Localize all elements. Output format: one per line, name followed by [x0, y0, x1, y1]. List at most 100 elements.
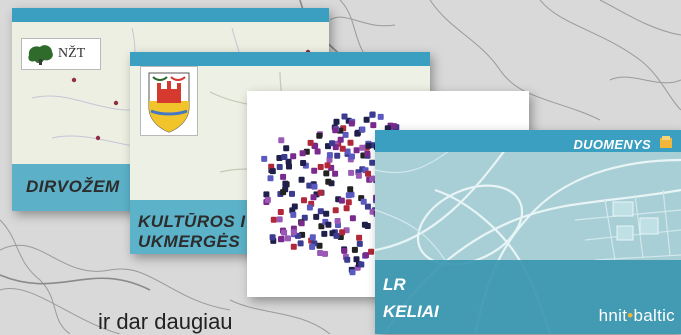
- heritage-marker: [369, 111, 376, 118]
- heritage-marker: [354, 130, 361, 137]
- heritage-marker: [359, 126, 366, 133]
- heritage-marker: [334, 152, 341, 159]
- heritage-marker: [280, 173, 287, 180]
- heritage-marker: [290, 211, 297, 218]
- heritage-marker: [311, 167, 318, 174]
- heritage-marker: [342, 131, 349, 138]
- heritage-marker: [323, 170, 330, 177]
- heritage-marker: [301, 197, 307, 204]
- card-top-strip: [130, 52, 430, 66]
- brand-right: baltic: [633, 306, 675, 325]
- heritage-marker: [290, 153, 297, 160]
- heritage-marker: [339, 229, 346, 236]
- roads-card-title-line1: LR: [383, 275, 406, 294]
- heritage-marker: [353, 147, 360, 154]
- heritage-marker: [332, 207, 339, 214]
- heritage-marker: [277, 209, 284, 215]
- heritage-marker: [270, 216, 277, 223]
- heritage-marker: [280, 189, 287, 196]
- heritage-marker: [317, 250, 324, 256]
- heritage-marker: [347, 186, 354, 193]
- heritage-marker: [269, 234, 276, 241]
- more-caption: ir dar daugiau: [98, 309, 233, 334]
- heritage-marker: [377, 113, 384, 120]
- brand-left: hnit: [598, 306, 628, 325]
- heritage-marker: [313, 213, 320, 220]
- heritage-marker: [290, 243, 297, 250]
- heritage-marker: [283, 145, 290, 152]
- heritage-marker: [356, 234, 363, 241]
- heritage-marker: [344, 256, 351, 263]
- nzt-logo-text: NŽT: [58, 46, 86, 61]
- heritage-marker: [264, 196, 271, 203]
- heritage-marker: [314, 148, 321, 155]
- heritage-marker: [348, 120, 355, 127]
- heritage-marker: [348, 169, 355, 176]
- heritage-marker: [281, 154, 288, 160]
- heritage-marker: [324, 162, 331, 169]
- heritage-marker: [306, 204, 313, 211]
- card-top-strip: [12, 8, 329, 22]
- heritage-marker: [286, 163, 292, 170]
- heritage-marker: [365, 170, 371, 177]
- heritage-marker: [355, 172, 362, 179]
- heritage-marker: [300, 160, 307, 166]
- coat-of-arms-icon: [148, 72, 190, 133]
- nzt-logo: NŽT: [21, 38, 101, 70]
- heritage-marker: [317, 208, 324, 215]
- culture-card-title-line2: UKMERGĖS: [138, 232, 241, 251]
- heritage-marker: [337, 136, 344, 143]
- heritage-marker: [349, 153, 355, 160]
- heritage-marker: [263, 191, 270, 198]
- heritage-marker: [332, 127, 339, 134]
- heritage-marker: [307, 139, 314, 146]
- heritage-marker: [316, 242, 323, 249]
- heritage-marker: [333, 118, 340, 125]
- heritage-marker: [311, 183, 318, 190]
- roads-card-title-line2: KELIAI: [383, 302, 439, 321]
- soil-card-title: DIRVOŽEM: [26, 177, 120, 196]
- heritage-marker: [356, 240, 363, 247]
- heritage-marker: [363, 116, 370, 123]
- heritage-marker: [306, 182, 313, 189]
- heritage-marker: [269, 168, 276, 175]
- document-icon: [660, 136, 672, 148]
- heritage-marker: [326, 152, 333, 159]
- heritage-marker: [370, 122, 377, 129]
- ukmerge-coat-of-arms: [140, 66, 198, 136]
- heritage-marker: [358, 261, 365, 268]
- heritage-marker: [345, 192, 352, 199]
- heritage-marker: [339, 145, 346, 152]
- heritage-marker: [364, 223, 371, 229]
- heritage-marker: [343, 205, 350, 212]
- heritage-marker: [282, 180, 289, 187]
- heritage-marker: [317, 189, 324, 196]
- heritage-marker: [309, 243, 316, 250]
- heritage-marker: [276, 216, 283, 223]
- heritage-marker: [289, 190, 295, 197]
- tree-logo-icon: [28, 45, 53, 65]
- heritage-marker: [317, 164, 324, 170]
- heritage-marker: [321, 230, 328, 237]
- heritage-marker: [323, 210, 330, 217]
- heritage-marker: [298, 220, 305, 227]
- heritage-marker: [278, 137, 285, 144]
- heritage-marker: [359, 144, 366, 151]
- culture-card-title-line1: KULTŪROS I: [138, 212, 246, 231]
- roads-card[interactable]: DUOMENYS LR KELIAI hnit•baltic: [375, 130, 681, 334]
- heritage-marker: [363, 252, 369, 259]
- heritage-marker: [351, 246, 358, 253]
- heritage-marker: [325, 221, 332, 228]
- heritage-marker: [298, 176, 305, 183]
- heritage-marker: [349, 269, 356, 276]
- heritage-marker: [347, 139, 354, 146]
- heritage-marker: [364, 150, 371, 157]
- heritage-marker: [281, 229, 288, 236]
- heritage-marker: [333, 232, 340, 239]
- heritage-marker: [334, 218, 341, 224]
- heritage-marker: [329, 140, 336, 147]
- heritage-marker: [276, 164, 283, 170]
- heritage-marker: [338, 197, 345, 204]
- heritage-marker: [316, 132, 323, 139]
- heritage-marker: [332, 170, 339, 177]
